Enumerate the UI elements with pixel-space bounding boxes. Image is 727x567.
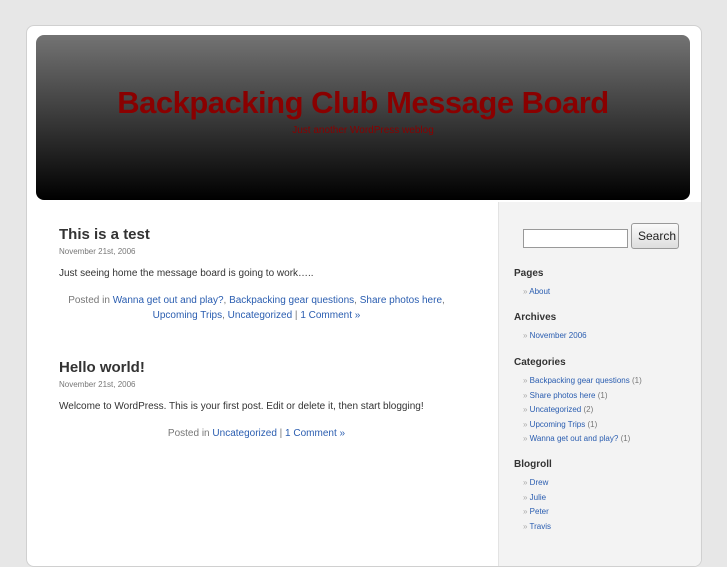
site-title[interactable]: Backpacking Club Message Board bbox=[36, 35, 690, 121]
blogroll-link[interactable]: Travis bbox=[530, 522, 551, 531]
category-link[interactable]: Wanna get out and play? bbox=[113, 295, 224, 306]
post-meta: Posted in Uncategorized | 1 Comment » bbox=[167, 428, 346, 439]
post-title[interactable]: This is a test bbox=[59, 226, 454, 243]
category-link[interactable]: Wanna get out and play? bbox=[530, 434, 619, 443]
post-date: November 21st, 2006 bbox=[59, 380, 136, 389]
category-count: (1) bbox=[597, 390, 608, 400]
blogroll-widget: Blogroll Drew Julie Peter Travis bbox=[514, 459, 552, 534]
sidebar: Search Pages About Archives November 200… bbox=[498, 202, 701, 566]
widget-title: Pages bbox=[514, 268, 544, 279]
category-link[interactable]: Uncategorized bbox=[228, 310, 292, 321]
search-input[interactable] bbox=[523, 229, 628, 248]
post: Hello world! November 21st, 2006 Welcome… bbox=[59, 359, 454, 441]
category-link[interactable]: Uncategorized bbox=[212, 428, 276, 439]
category-link[interactable]: Share photos here bbox=[530, 391, 596, 400]
post: This is a test November 21st, 2006 Just … bbox=[59, 226, 454, 323]
category-link[interactable]: Uncategorized bbox=[530, 405, 582, 414]
widget-title: Blogroll bbox=[514, 459, 552, 470]
header: Backpacking Club Message Board Just anot… bbox=[36, 35, 690, 200]
category-count: (1) bbox=[631, 376, 642, 385]
site-description: Just another WordPress weblog bbox=[292, 125, 434, 136]
content: This is a test November 21st, 2006 Just … bbox=[59, 226, 454, 477]
blogroll-link[interactable]: Peter bbox=[530, 507, 549, 516]
page: Backpacking Club Message Board Just anot… bbox=[26, 25, 702, 567]
comments-link[interactable]: 1 Comment » bbox=[285, 428, 345, 439]
category-link[interactable]: Backpacking gear questions bbox=[530, 376, 630, 385]
category-count: (1) bbox=[587, 419, 598, 429]
search-button[interactable]: Search bbox=[631, 223, 679, 249]
category-count: (1) bbox=[620, 434, 631, 443]
category-link[interactable]: Backpacking gear questions bbox=[229, 295, 354, 306]
posted-in-label: Posted in bbox=[167, 428, 210, 439]
category-link[interactable]: Upcoming Trips bbox=[530, 420, 586, 429]
post-date: November 21st, 2006 bbox=[59, 247, 136, 256]
comments-link[interactable]: 1 Comment » bbox=[300, 310, 360, 321]
page-link-about[interactable]: About bbox=[529, 287, 550, 296]
category-count: (2) bbox=[583, 405, 594, 414]
post-title[interactable]: Hello world! bbox=[59, 359, 454, 376]
blogroll-link[interactable]: Drew bbox=[530, 478, 549, 487]
post-body: Welcome to WordPress. This is your first… bbox=[59, 401, 424, 412]
widget-title: Archives bbox=[514, 312, 557, 323]
categories-widget: Categories Backpacking gear questions (1… bbox=[514, 357, 642, 447]
archive-link[interactable]: November 2006 bbox=[530, 331, 587, 340]
pages-widget: Pages About bbox=[514, 268, 550, 300]
category-link[interactable]: Share photos here bbox=[360, 295, 442, 306]
post-meta: Posted in Wanna get out and play?, Backp… bbox=[68, 295, 445, 321]
category-link[interactable]: Upcoming Trips bbox=[153, 310, 222, 321]
archives-widget: Archives November 2006 bbox=[514, 312, 587, 344]
blogroll-link[interactable]: Julie bbox=[530, 493, 546, 502]
posted-in-label: Posted in bbox=[68, 295, 110, 306]
post-body: Just seeing home the message board is go… bbox=[59, 268, 314, 279]
widget-title: Categories bbox=[514, 357, 566, 368]
